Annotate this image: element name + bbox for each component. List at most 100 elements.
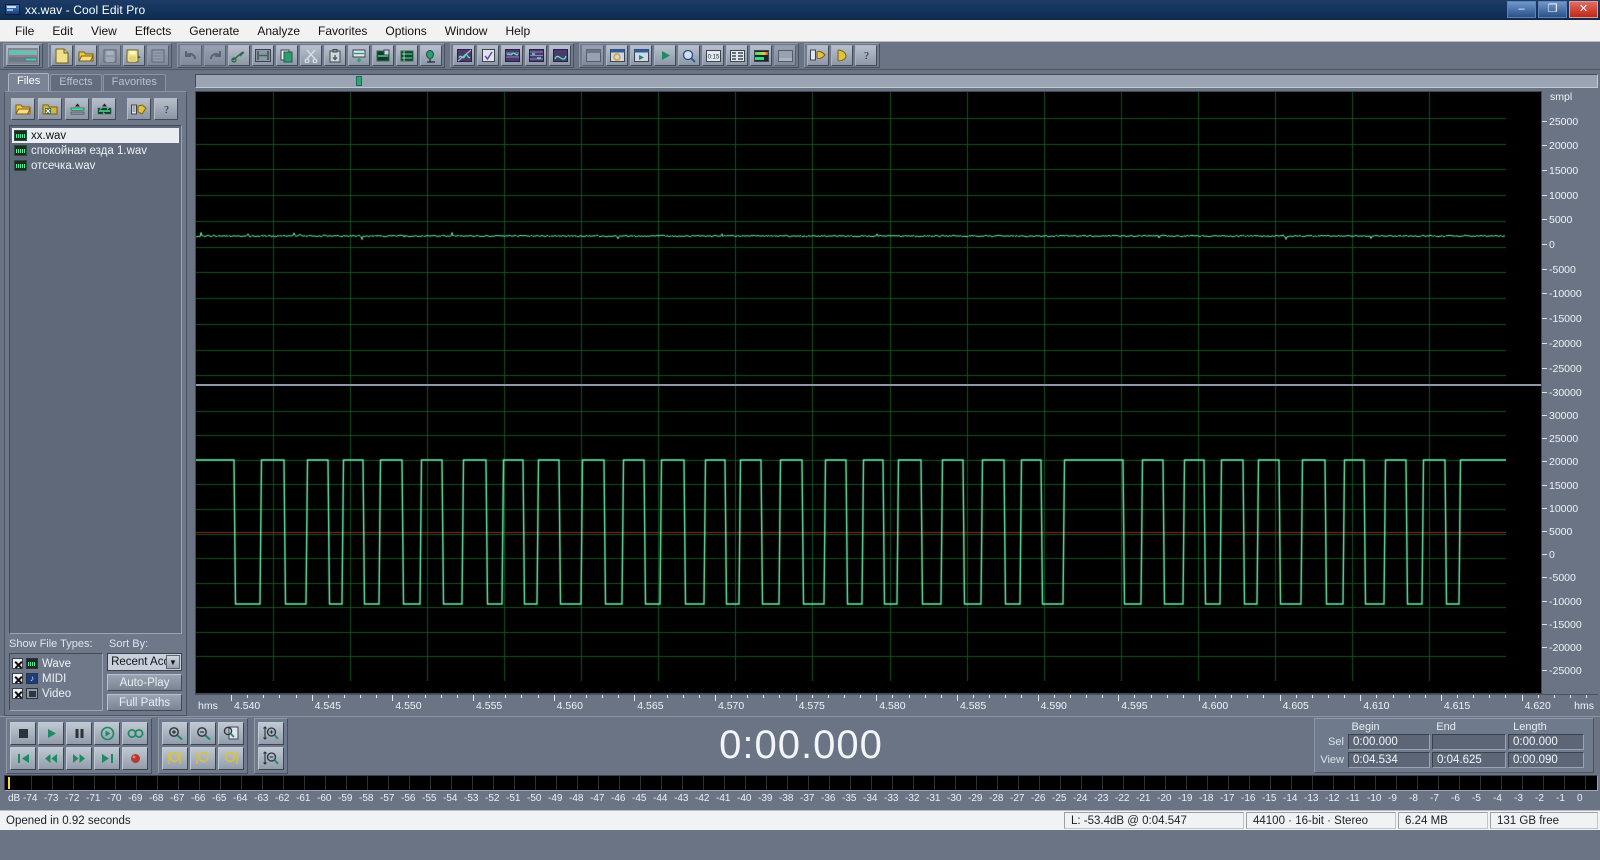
full-paths-button[interactable]: Full Paths <box>107 694 182 711</box>
horizontal-range-bar[interactable] <box>195 74 1598 88</box>
tab-effects[interactable]: Effects <box>50 74 102 91</box>
minimize-button[interactable]: – <box>1507 1 1536 18</box>
auto-play-button[interactable]: Auto-Play <box>107 674 182 691</box>
zoom-in-vertical-icon[interactable] <box>258 721 284 745</box>
insert-play-icon[interactable] <box>92 98 116 120</box>
mix-down-icon[interactable] <box>396 45 418 66</box>
time-display-icon[interactable]: 0:15 <box>702 45 724 66</box>
checkbox-midi[interactable] <box>12 673 23 684</box>
insert-multitrack-icon[interactable] <box>65 98 89 120</box>
list-item[interactable]: xx.wav <box>12 128 179 143</box>
list-item[interactable]: отсечка.wav <box>12 158 179 173</box>
play-from-cursor-icon[interactable] <box>94 721 120 745</box>
open-file-icon[interactable] <box>75 45 97 66</box>
save-all-icon[interactable] <box>147 45 169 66</box>
spectral-view-icon[interactable] <box>501 45 523 66</box>
record-icon[interactable] <box>122 746 148 770</box>
zoom-to-right-edge-icon[interactable] <box>218 746 244 770</box>
sel-end-field[interactable] <box>1432 734 1506 750</box>
tab-files[interactable]: Files <box>8 73 50 91</box>
redo-icon[interactable] <box>204 45 226 66</box>
save-icon[interactable] <box>99 45 121 66</box>
copy-icon[interactable] <box>276 45 298 66</box>
view-length-field[interactable]: 0:00.090 <box>1508 752 1584 768</box>
close-button[interactable]: ✕ <box>1569 1 1598 18</box>
menu-favorites[interactable]: Favorites <box>309 22 376 40</box>
maximize-button[interactable]: ❐ <box>1538 1 1567 18</box>
go-to-beginning-icon[interactable] <box>10 746 36 770</box>
time-display[interactable]: 0:00.000 <box>288 723 1314 768</box>
time-ruler[interactable]: hms hms 4.540 4.545 4.550 4.555 4.560 4.565 4.57… <box>195 694 1598 716</box>
menu-file[interactable]: File <box>6 22 43 40</box>
multitrack-view-icon[interactable] <box>6 45 40 66</box>
batch-icon[interactable] <box>831 45 853 66</box>
checkbox-video[interactable] <box>12 688 23 699</box>
sel-length-field[interactable]: 0:00.000 <box>1508 734 1584 750</box>
channel-left[interactable] <box>196 92 1541 387</box>
zoom-to-left-edge-icon[interactable] <box>190 746 216 770</box>
menu-effects[interactable]: Effects <box>126 22 180 40</box>
checkbox-wave[interactable] <box>12 658 23 669</box>
zoom-out-vertical-icon[interactable] <box>258 746 284 770</box>
zoom-in-horizontal-icon[interactable] <box>162 721 188 745</box>
placeholder-icon[interactable] <box>774 45 796 66</box>
waveform-view-icon[interactable] <box>453 45 475 66</box>
zoom-icon[interactable] <box>678 45 700 66</box>
stop-icon[interactable] <box>10 721 36 745</box>
record-insert-icon[interactable] <box>420 45 442 66</box>
paste-icon[interactable] <box>324 45 346 66</box>
pause-icon[interactable] <box>66 721 92 745</box>
play-icon[interactable] <box>654 45 676 66</box>
menu-edit[interactable]: Edit <box>43 22 82 40</box>
script-icon[interactable] <box>807 45 829 66</box>
help-icon[interactable]: ? <box>855 45 877 66</box>
zoom-to-selection-icon[interactable] <box>162 746 188 770</box>
cut-icon[interactable] <box>300 45 322 66</box>
file-play-icon[interactable] <box>630 45 652 66</box>
loop-icon[interactable] <box>122 721 148 745</box>
level-meter-bar[interactable] <box>4 775 1598 791</box>
select-all-icon[interactable] <box>252 45 274 66</box>
new-file-icon[interactable] <box>51 45 73 66</box>
level-meter-icon[interactable] <box>750 45 772 66</box>
file-list[interactable]: xx.wav спокойная езда 1.wav отсечка.wav <box>9 125 182 634</box>
channel-right[interactable] <box>196 386 1541 693</box>
file-type-midi[interactable]: ♪ MIDI <box>12 671 100 686</box>
menu-analyze[interactable]: Analyze <box>248 22 309 40</box>
zoom-full-icon[interactable] <box>218 721 244 745</box>
menu-generate[interactable]: Generate <box>180 22 248 40</box>
view-begin-field[interactable]: 0:04.534 <box>1348 752 1430 768</box>
open-folder-icon[interactable] <box>11 98 35 120</box>
list-item[interactable]: спокойная езда 1.wav <box>12 143 179 158</box>
menu-view[interactable]: View <box>82 22 126 40</box>
file-info-icon[interactable] <box>606 45 628 66</box>
play-icon[interactable] <box>38 721 64 745</box>
fast-forward-icon[interactable] <box>66 746 92 770</box>
sort-by-dropdown[interactable]: Recent Acc ▼ <box>107 653 182 671</box>
menu-help[interactable]: Help <box>496 22 539 40</box>
undo-icon[interactable] <box>180 45 202 66</box>
paste-to-new-icon[interactable] <box>372 45 394 66</box>
cue-list-icon[interactable] <box>726 45 748 66</box>
batch-process-icon[interactable] <box>127 98 151 120</box>
trim-icon[interactable] <box>228 45 250 66</box>
file-type-wave[interactable]: Wave <box>12 656 100 671</box>
tab-favorites[interactable]: Favorites <box>102 74 166 91</box>
spectral-pan-icon[interactable] <box>525 45 547 66</box>
go-to-end-icon[interactable] <box>94 746 120 770</box>
rewind-icon[interactable] <box>38 746 64 770</box>
view-end-field[interactable]: 0:04.625 <box>1432 752 1506 768</box>
vertical-ruler[interactable]: smpl 25000 20000 15000 10000 5000 0 -5000 -10000… <box>1542 91 1598 694</box>
spectral-phase-icon[interactable] <box>549 45 571 66</box>
channel-stack[interactable] <box>195 91 1542 694</box>
help-icon[interactable]: ? <box>154 98 178 120</box>
menu-window[interactable]: Window <box>436 22 497 40</box>
mix-paste-icon[interactable] <box>348 45 370 66</box>
save-as-icon[interactable] <box>123 45 145 66</box>
zoom-out-horizontal-icon[interactable] <box>190 721 216 745</box>
sel-begin-field[interactable]: 0:00.000 <box>1348 734 1430 750</box>
checkbox-view-icon[interactable] <box>477 45 499 66</box>
file-type-video[interactable]: Video <box>12 686 100 701</box>
menu-options[interactable]: Options <box>376 22 435 40</box>
window-icon[interactable] <box>582 45 604 66</box>
